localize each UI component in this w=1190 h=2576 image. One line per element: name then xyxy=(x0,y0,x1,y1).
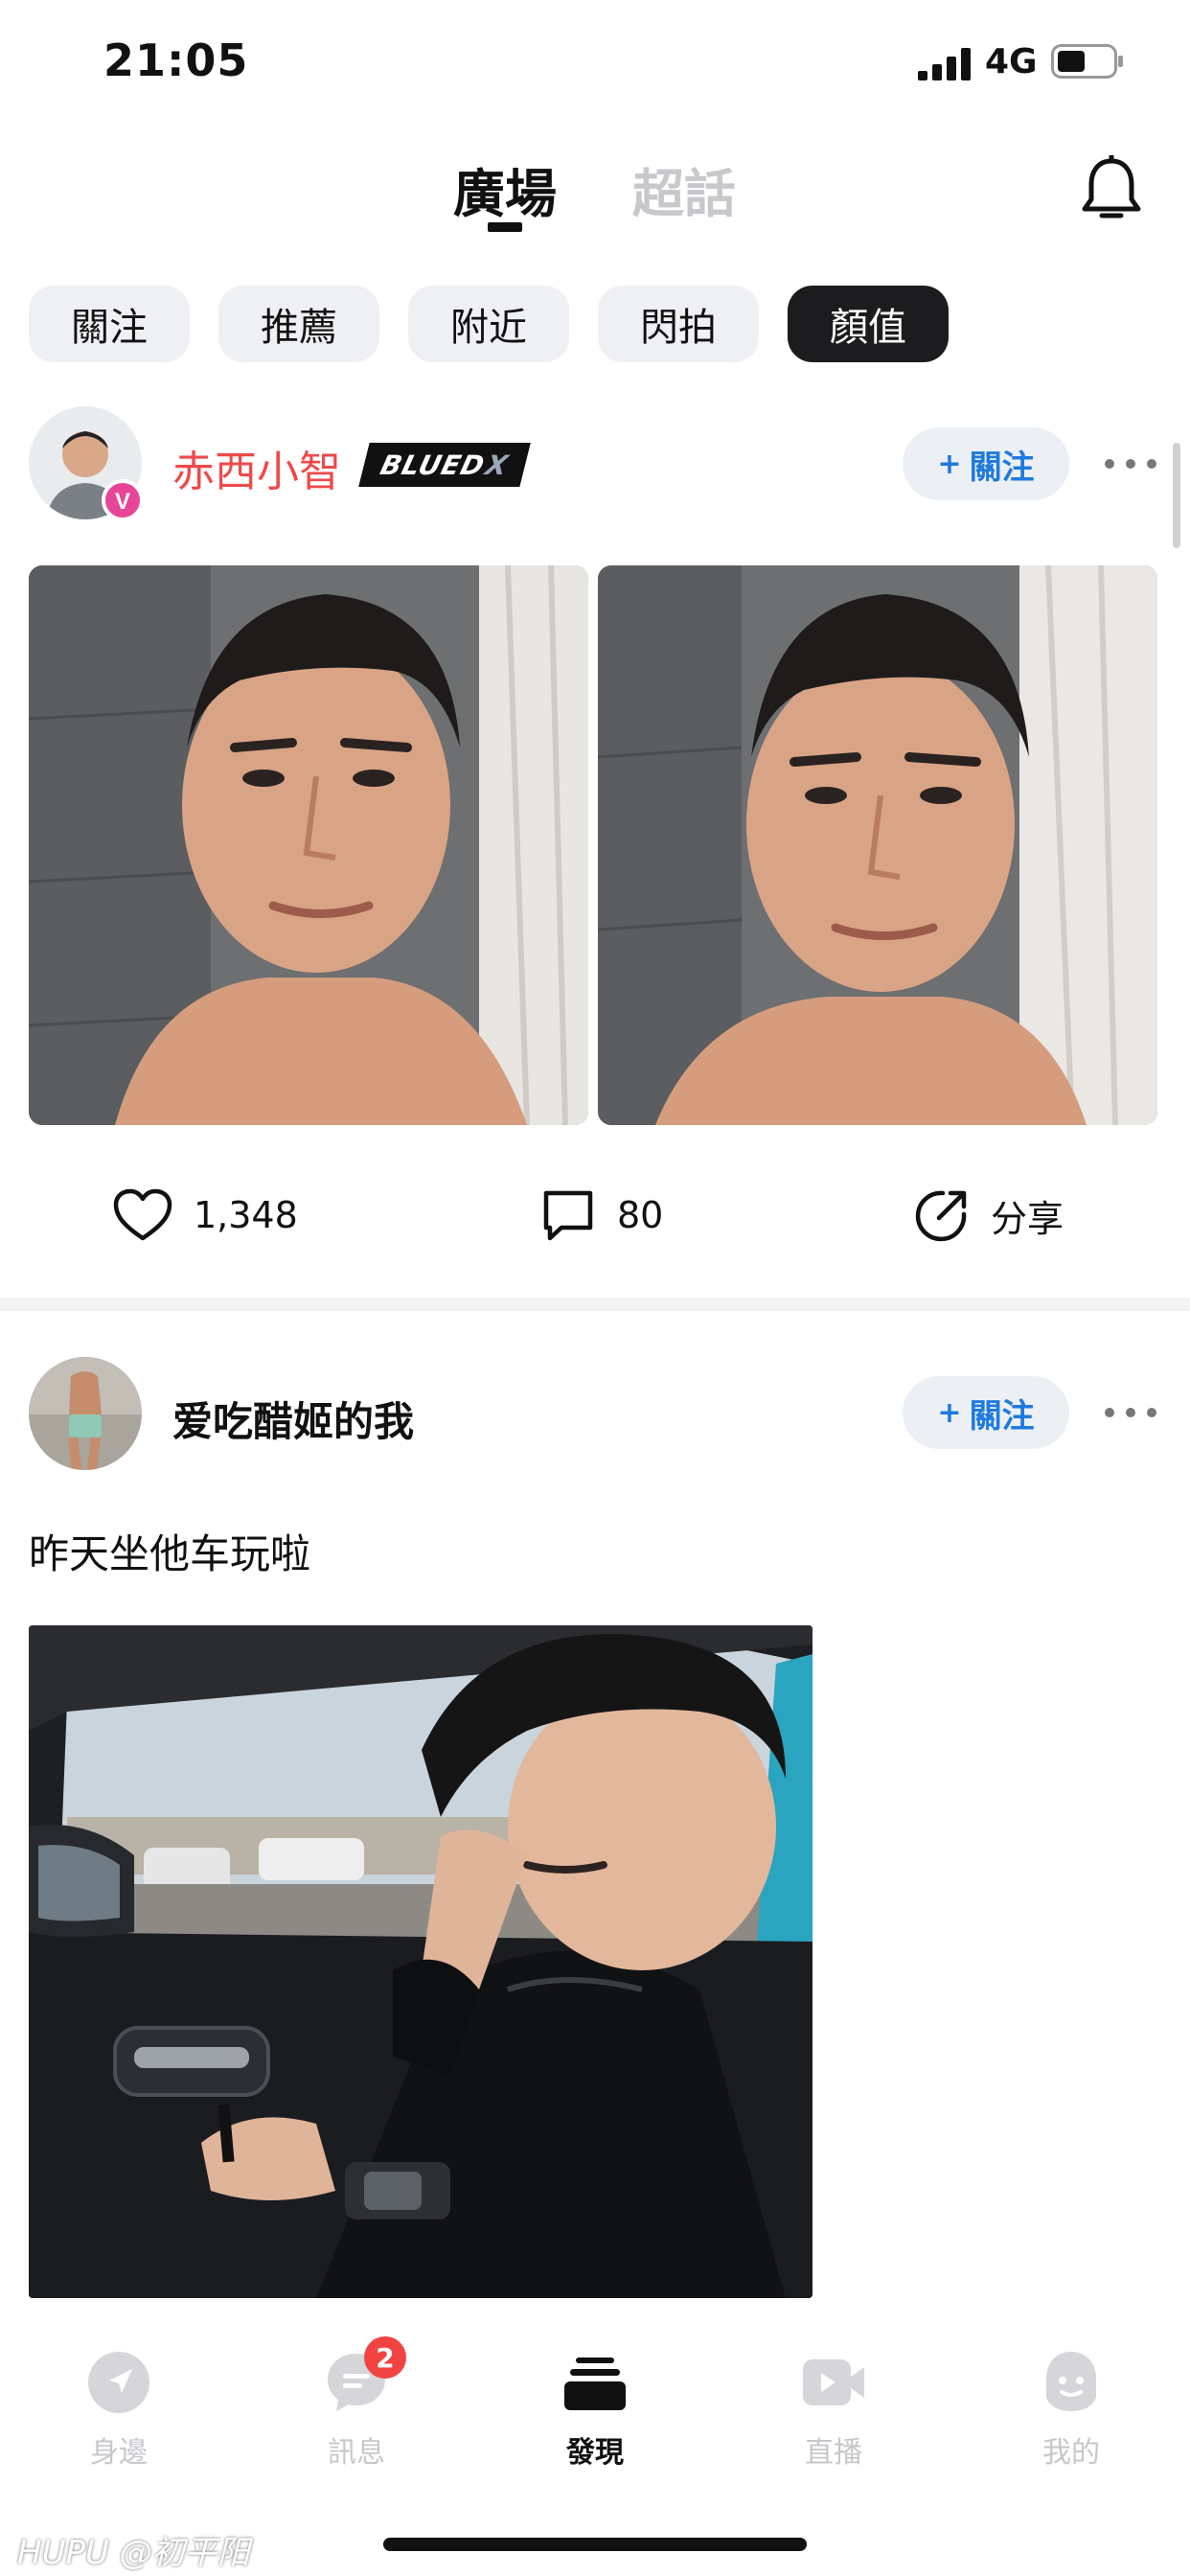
comment-button[interactable]: 80 xyxy=(540,1175,663,1255)
nav-messages[interactable]: 訊息 2 xyxy=(280,2336,433,2471)
more-options-icon[interactable] xyxy=(1104,1407,1157,1418)
status-time: 21:05 xyxy=(103,34,249,86)
follow-label: 關注 xyxy=(969,448,1035,487)
nav-discover[interactable]: 發現 xyxy=(518,2348,672,2471)
plus-icon: + xyxy=(937,447,962,481)
scrollbar[interactable] xyxy=(1173,443,1180,548)
follow-label: 關注 xyxy=(969,1396,1035,1436)
bell-icon[interactable] xyxy=(1079,155,1144,224)
badge-main: BLUED xyxy=(377,448,489,481)
bottom-tab-bar: 身邊 訊息 2 發現 直播 我的 xyxy=(0,2319,1190,2482)
post-divider xyxy=(0,1298,1190,1311)
video-play-icon xyxy=(803,2359,864,2405)
like-button[interactable]: 1,348 xyxy=(113,1175,298,1255)
chip-nearby[interactable]: 附近 xyxy=(408,286,569,362)
blued-x-badge: BLUED X xyxy=(358,443,531,487)
share-label: 分享 xyxy=(991,1197,1064,1240)
share-button[interactable]: 分享 xyxy=(914,1175,1064,1255)
more-options-icon[interactable] xyxy=(1104,458,1157,470)
nav-live[interactable]: 直播 xyxy=(757,2348,910,2471)
comment-count: 80 xyxy=(617,1194,664,1236)
chip-flash[interactable]: 閃拍 xyxy=(598,286,759,362)
status-bar: 21:05 4G xyxy=(0,0,1190,125)
chip-following[interactable]: 關注 xyxy=(29,286,190,362)
tab-square[interactable]: 廣場 xyxy=(453,151,557,227)
cellular-signal-icon xyxy=(918,48,971,80)
nav-nearby[interactable]: 身邊 xyxy=(42,2348,195,2471)
nav-label: 發現 xyxy=(566,2436,624,2470)
post-photo[interactable] xyxy=(598,565,1157,1125)
share-icon xyxy=(915,1190,967,1242)
home-indicator[interactable] xyxy=(383,2538,807,2551)
plus-icon: + xyxy=(937,1395,962,1430)
profile-icon xyxy=(1046,2352,1096,2411)
post-photo[interactable] xyxy=(29,1625,812,2298)
stack-icon xyxy=(564,2358,626,2410)
post-text: 昨天坐他车玩啦 xyxy=(29,1530,311,1577)
post-username[interactable]: 赤西小智 xyxy=(172,437,341,498)
nav-label: 我的 xyxy=(1042,2436,1100,2470)
watermark: HUPU @初平阳 xyxy=(17,2534,250,2572)
location-arrow-icon xyxy=(88,2352,149,2413)
battery-icon xyxy=(1051,44,1123,79)
post-username[interactable]: 爱吃醋姬的我 xyxy=(172,1390,414,1448)
comment-icon xyxy=(543,1190,593,1241)
nav-label: 直播 xyxy=(805,2436,862,2470)
follow-button[interactable]: + 關注 xyxy=(903,1376,1069,1449)
post-actions: 1,348 80 分享 xyxy=(0,1175,1190,1255)
top-header: 廣場 超話 xyxy=(0,125,1190,259)
app-screen: 21:05 4G 廣場 超話 關注 推薦 附近 閃拍 顏值 V 赤西小智 BLU… xyxy=(0,0,1190,2576)
post-photo[interactable] xyxy=(29,565,588,1125)
follow-button[interactable]: + 關注 xyxy=(903,427,1069,500)
nav-label: 身邊 xyxy=(90,2436,148,2470)
unread-badge: 2 xyxy=(364,2336,406,2379)
network-type: 4G xyxy=(985,42,1038,81)
like-count: 1,348 xyxy=(194,1194,298,1236)
heart-icon xyxy=(113,1188,172,1241)
avatar[interactable] xyxy=(29,1357,142,1470)
verified-badge-icon: V xyxy=(102,479,144,521)
active-tab-indicator xyxy=(488,222,522,232)
chip-recommended[interactable]: 推薦 xyxy=(218,286,379,362)
nav-label: 訊息 xyxy=(328,2436,385,2470)
svg-text:V: V xyxy=(115,489,130,515)
tab-super-topic[interactable]: 超話 xyxy=(632,151,736,227)
nav-profile[interactable]: 我的 xyxy=(995,2348,1148,2471)
chip-looks[interactable]: 顏值 xyxy=(788,286,949,362)
